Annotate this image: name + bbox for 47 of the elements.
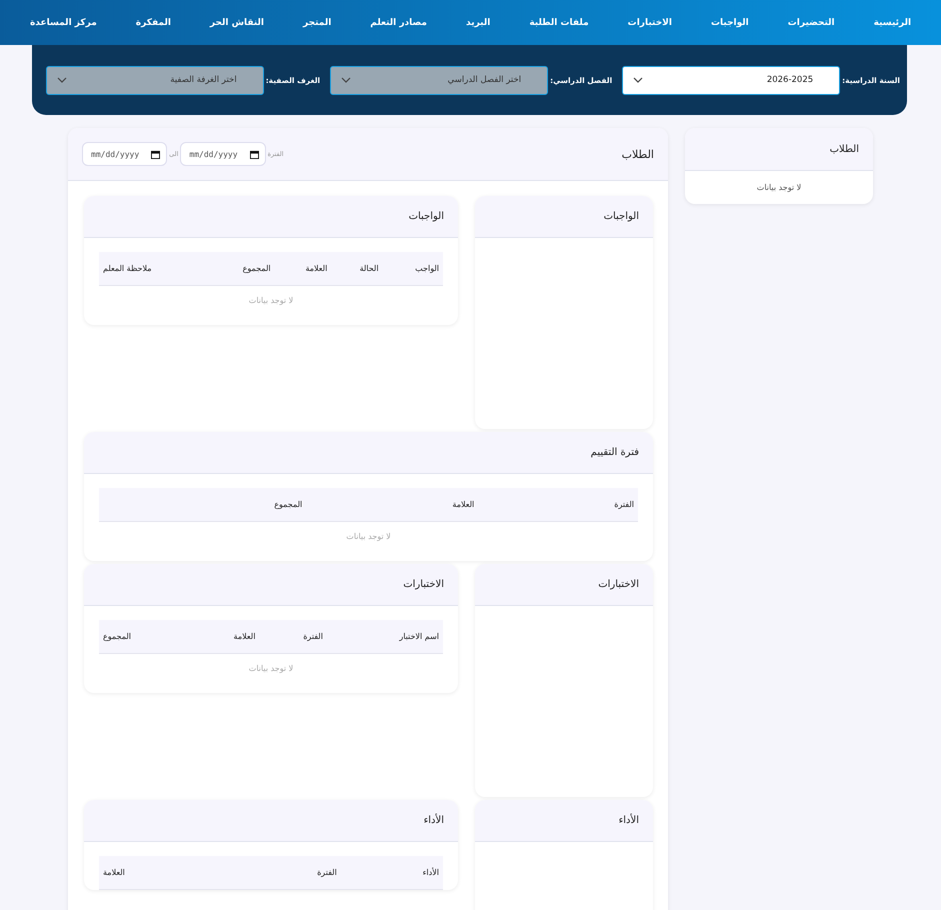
- column-header: العلامة: [186, 620, 260, 654]
- nav-link[interactable]: الرئيسية: [874, 18, 912, 28]
- card-title: الطلاب: [830, 144, 859, 154]
- nav-link[interactable]: مركز المساعدة: [30, 18, 97, 28]
- card-title: الاختبارات: [598, 579, 639, 590]
- date-field[interactable]: mm/dd/yyyy: [180, 142, 266, 166]
- column-header: العلامة: [306, 488, 478, 522]
- column-header: العلامة: [274, 252, 332, 286]
- column-header: الفترة: [224, 856, 341, 890]
- empty-message: لا توجد بيانات: [248, 663, 294, 675]
- empty-message: لا توجد بيانات: [248, 295, 294, 307]
- column-header: ملاحظة المعلم: [99, 252, 206, 286]
- nav-link[interactable]: التحضيرات: [788, 18, 835, 28]
- empty-message: لا توجد بيانات: [345, 531, 392, 543]
- card-title: الأداء: [618, 815, 639, 826]
- nav-link[interactable]: المفكرة: [136, 18, 171, 28]
- card-title: الواجبات: [604, 211, 639, 222]
- column-header: المجموع: [206, 252, 275, 286]
- column-header: العلامة: [99, 856, 224, 890]
- chevron-icon: [56, 77, 67, 83]
- card-title: الطلاب: [622, 148, 654, 160]
- date-field[interactable]: mm/dd/yyyy: [82, 142, 168, 166]
- calendar-icon: [250, 150, 259, 158]
- nav-link[interactable]: المتجر: [303, 18, 332, 28]
- column-header: الحالة: [331, 252, 383, 286]
- nav-link[interactable]: النقاش الحر: [210, 18, 264, 28]
- nav-link[interactable]: الواجبات: [710, 18, 749, 28]
- card-title: الواجبات: [408, 211, 444, 222]
- column-header: اسم الاختبار: [326, 620, 443, 654]
- column-header: الأداء: [340, 856, 443, 890]
- calendar-icon: [151, 150, 160, 158]
- card-title: الأداء: [424, 815, 444, 826]
- chevron-icon: [633, 77, 644, 83]
- nav-link[interactable]: البريد: [466, 18, 490, 28]
- column-header: الواجب: [382, 252, 443, 286]
- nav-link[interactable]: الاختبارات: [628, 18, 672, 28]
- column-header: الفترة: [259, 620, 327, 654]
- empty-message: لا توجد بيانات: [756, 182, 802, 194]
- chevron-icon: [341, 77, 352, 83]
- column-header: المجموع: [99, 620, 187, 654]
- column-header: المجموع: [99, 488, 306, 522]
- nav-link[interactable]: مصادر التعلم: [370, 18, 427, 28]
- column-header: الفترة: [478, 488, 638, 522]
- select-field[interactable]: 2026-2025: [622, 66, 840, 94]
- card-title: فترة التقييم: [590, 447, 639, 458]
- nav-link[interactable]: ملفات الطلبة: [529, 18, 589, 28]
- card-title: الاختبارات: [403, 579, 444, 590]
